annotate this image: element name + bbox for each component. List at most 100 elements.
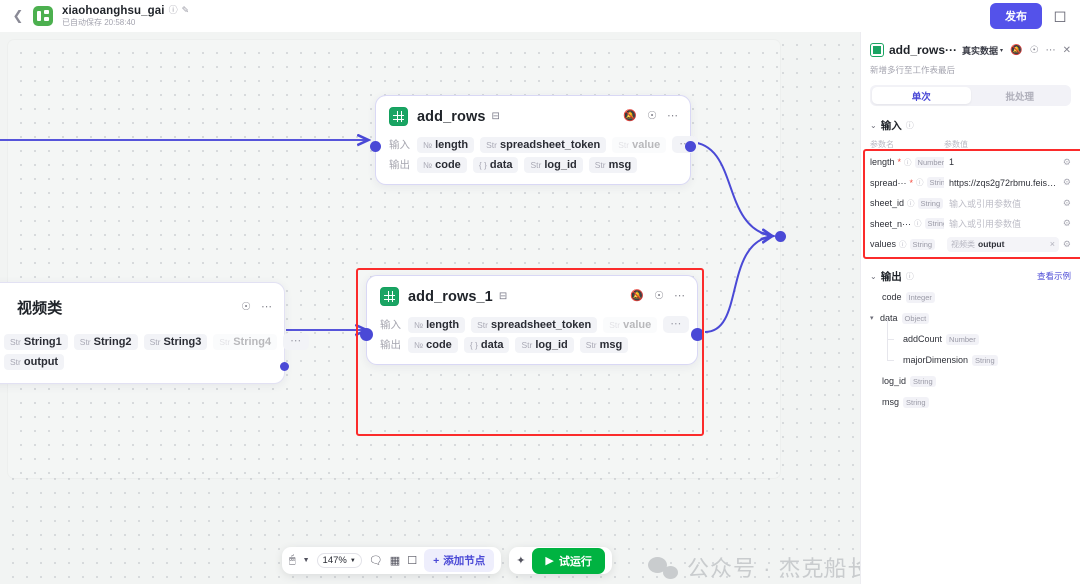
field-chip-string1[interactable]: Str String1 [4, 333, 68, 350]
input-section-header[interactable]: ⌄ 输入 ⓘ [870, 118, 1071, 133]
play-circle-icon[interactable]: ☉ [241, 302, 251, 313]
workflow-canvas[interactable]: add_rows ⊟ 🔕 ☉ ⋯ 输入 № length Str spreads… [0, 32, 860, 584]
node-video-category[interactable]: 视频类 ☉ ⋯ Str String1 Str String2 Str Stri… [0, 282, 310, 384]
output-chip-log-id[interactable]: Str log_id [524, 156, 583, 173]
publish-button[interactable]: 发布 [990, 3, 1042, 29]
output-section-header[interactable]: ⌄ 输出 ⓘ 查看示例 [870, 269, 1071, 284]
chevron-down-icon: ⌄ [870, 121, 877, 130]
node-inputs-row: 输入 № length Str spreadsheet_token Str va… [389, 136, 699, 153]
tab-batch[interactable]: 批处理 [971, 87, 1070, 104]
chip-name: msg [608, 158, 632, 171]
environment-selector[interactable]: 真实数据 ▾ [962, 44, 1003, 57]
chip-name: String4 [233, 335, 272, 348]
chip-type: { } [478, 159, 487, 170]
cursor-dropdown-icon[interactable]: ▼ [303, 557, 310, 564]
chip-type: Str [618, 139, 630, 150]
selection-highlight-node [356, 268, 704, 436]
output-name: data [880, 313, 898, 323]
play-circle-icon[interactable]: ☉ [1030, 45, 1039, 56]
chip-type: № [423, 139, 433, 150]
output-chip-data[interactable]: { } data [472, 156, 519, 173]
output-rows: code Integer ▾ data Object addCount Numb… [870, 287, 1071, 413]
environment-label: 真实数据 [962, 45, 999, 56]
mode-tabs: 单次 批处理 [870, 85, 1071, 106]
test-run-button[interactable]: ▶ 试运行 [532, 547, 605, 574]
node-input-port[interactable] [370, 141, 381, 152]
chip-name: data [489, 158, 513, 171]
ellipsis-icon[interactable]: ⋯ [1046, 45, 1056, 56]
chip-name: value [632, 138, 661, 151]
node-actions: 🔕 ☉ ⋯ [623, 111, 678, 122]
output-type: Integer [905, 291, 935, 303]
node-body: 输入 № length Str spreadsheet_token Str va… [376, 130, 699, 184]
info-icon[interactable]: ⓘ [906, 120, 914, 131]
magic-wand-icon[interactable]: ✦ [516, 554, 525, 567]
ellipsis-icon[interactable]: ⋯ [667, 111, 678, 122]
chevron-down-icon: ⌄ [870, 271, 877, 281]
collapse-icon[interactable]: ⊟ [492, 111, 500, 122]
add-node-label: 添加节点 [443, 555, 486, 567]
input-chip-length[interactable]: № length [417, 136, 475, 153]
chip-type: Str [10, 336, 21, 347]
chip-type: Str [530, 159, 542, 170]
output-row-majordimension: majorDimension String [870, 338, 1071, 371]
bottom-toolbar: 🖱︎ ▼ 147% ▼ 🗨︎ ▦ ☐ + 添加节点 ✦ ▶ 试运行 [282, 547, 612, 574]
cursor-icon[interactable]: 🖱︎ [289, 554, 296, 567]
field-chip-string2[interactable]: Str String2 [73, 333, 138, 350]
chip-name: length [435, 138, 469, 151]
zoom-level-value: 147% [322, 555, 347, 566]
node-output-port[interactable] [280, 362, 289, 371]
add-node-button[interactable]: + 添加节点 [424, 549, 495, 572]
back-icon[interactable]: ❮ [10, 8, 26, 24]
edit-icon[interactable]: ✎ [182, 5, 190, 15]
run-group: ✦ ▶ 试运行 [509, 547, 612, 574]
panel-header-actions: 🔕 ☉ ⋯ ✕ [1010, 45, 1071, 56]
chip-type: Str [149, 336, 161, 347]
output-row-addcount: addCount Number [870, 317, 1071, 350]
page-title: xiaohoanghsu_gai ⓘ ✎ [62, 5, 189, 17]
input-chip-value[interactable]: Str value [612, 136, 667, 153]
output-chip-code[interactable]: № code [417, 156, 467, 173]
bell-off-icon[interactable]: 🔕 [1010, 45, 1022, 56]
play-circle-icon[interactable]: ☉ [647, 111, 657, 122]
output-name: code [882, 292, 902, 302]
frame-icon[interactable]: ☐ [407, 554, 417, 567]
output-section-title: 输出 [880, 270, 902, 283]
video-fields-row-1: Str String1 Str String2 Str String3 Str … [4, 333, 310, 350]
comment-icon[interactable]: 🗨︎ [369, 554, 383, 567]
chip-name: String3 [163, 335, 202, 348]
node-output-port[interactable] [685, 141, 696, 152]
zoom-level-select[interactable]: 147% ▼ [316, 553, 362, 568]
tab-single[interactable]: 单次 [872, 87, 971, 104]
spreadsheet-icon [870, 43, 884, 57]
field-chip-string4[interactable]: Str String4 [213, 333, 278, 350]
field-chip-string3[interactable]: Str String3 [143, 333, 208, 350]
chevron-down-icon[interactable]: ▾ [870, 314, 880, 322]
node-title: add_rows ⊟ [417, 109, 500, 125]
fields-overflow-button[interactable]: ⋯ [283, 333, 310, 350]
grid-icon[interactable]: ▦ [390, 554, 400, 567]
ellipsis-icon[interactable]: ⋯ [261, 302, 272, 313]
panel-subtitle: 新增多行至工作表最后 [870, 65, 956, 75]
output-row-data[interactable]: ▾ data Object [870, 308, 1071, 329]
outputs-label: 输出 [389, 159, 410, 171]
output-name: addCount [903, 334, 943, 344]
video-fields-row-2: Str output [4, 353, 274, 370]
close-icon[interactable]: ✕ [1063, 45, 1071, 56]
inputs-label: 输入 [389, 139, 410, 151]
info-icon[interactable]: ⓘ [906, 271, 914, 282]
output-row-msg: msg String [870, 392, 1071, 413]
merge-port[interactable] [775, 231, 786, 242]
panel-header: add_rows··· 真实数据 ▾ 🔕 ☉ ⋯ ✕ [870, 32, 1071, 57]
info-icon[interactable]: ⓘ [169, 5, 178, 15]
panel-toggle-icon[interactable]: ◻ [1050, 6, 1070, 26]
field-chip-output[interactable]: Str output [4, 353, 65, 370]
output-row-log-id: log_id String [870, 371, 1071, 392]
node-add-rows[interactable]: add_rows ⊟ 🔕 ☉ ⋯ 输入 № length Str spreads… [370, 95, 699, 185]
view-example-link[interactable]: 查看示例 [1037, 270, 1071, 282]
input-chip-spreadsheet-token[interactable]: Str spreadsheet_token [480, 136, 607, 153]
output-chip-msg[interactable]: Str msg [588, 156, 638, 173]
bell-off-icon[interactable]: 🔕 [623, 111, 637, 122]
play-icon: ▶ [545, 555, 554, 567]
output-name: log_id [882, 376, 907, 386]
